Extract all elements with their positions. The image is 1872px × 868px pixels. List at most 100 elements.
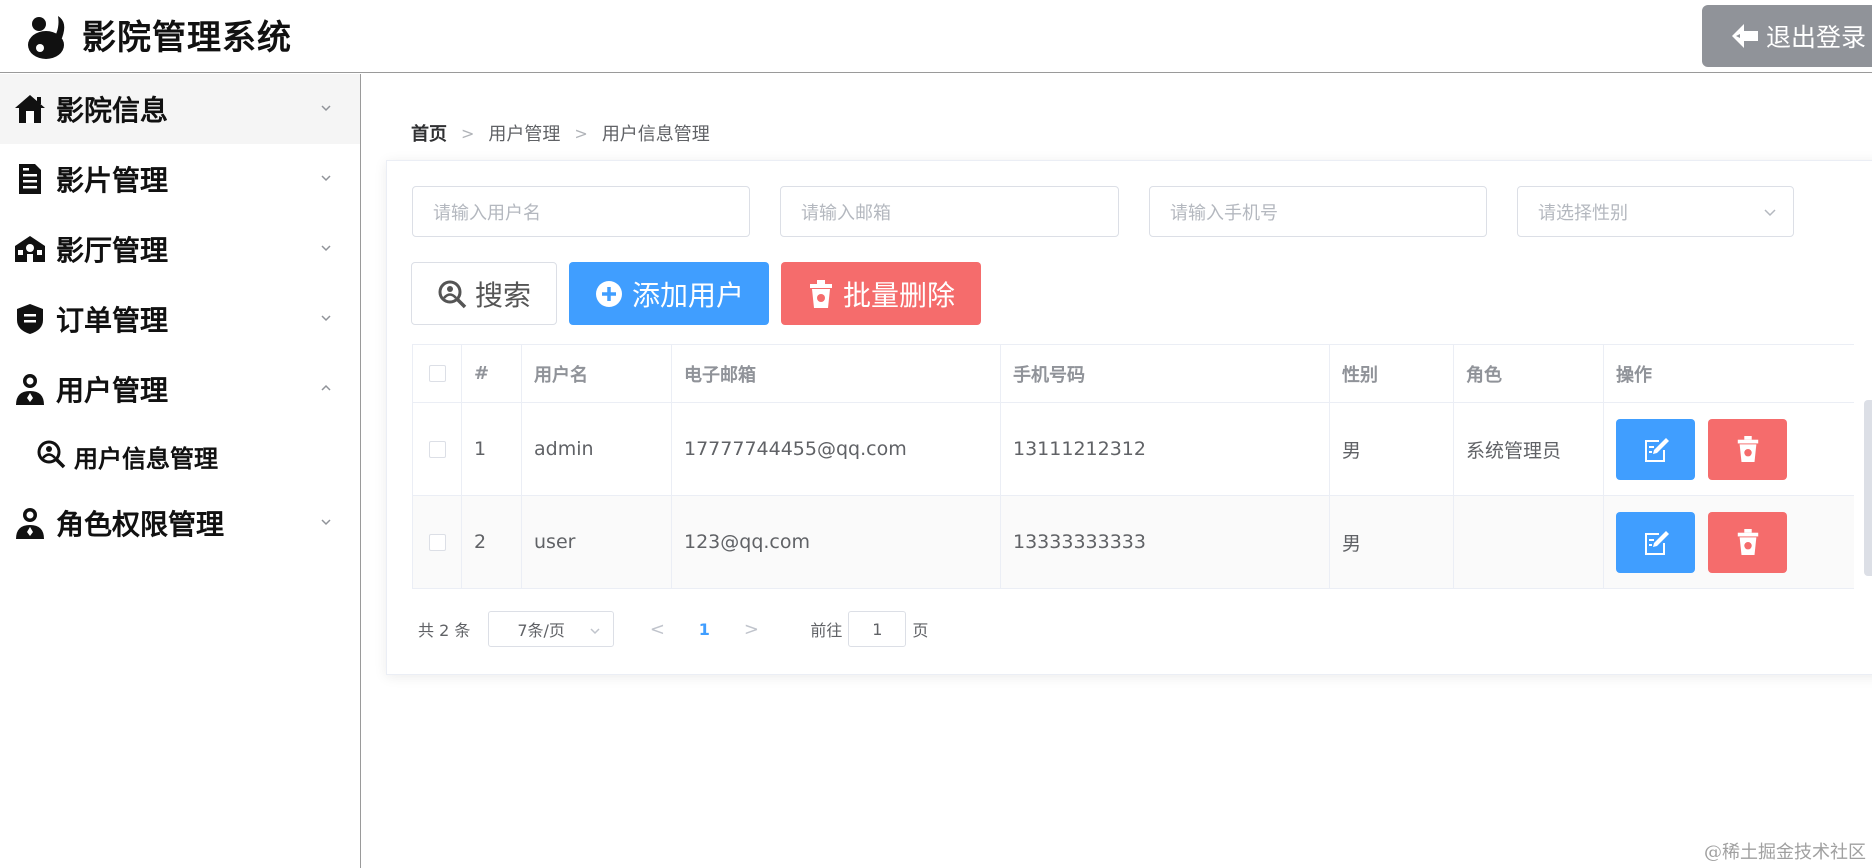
logout-button[interactable]: 退出登录 <box>1702 5 1872 67</box>
next-page-icon[interactable]: > <box>728 619 774 640</box>
chevron-right-icon: > <box>461 123 475 143</box>
sidebar-item-movies[interactable]: 影片管理 <box>0 144 360 214</box>
top-header: 影院管理系统 退出登录 <box>0 0 1872 73</box>
add-circle-icon <box>595 280 622 307</box>
cell-phone: 13111212312 <box>1001 403 1330 495</box>
chevron-down-icon <box>321 315 331 322</box>
goto-page-input[interactable]: 1 <box>848 611 907 647</box>
breadcrumb-level1: 用户管理 <box>488 124 561 145</box>
cell-actions <box>1604 496 1854 588</box>
cell-role: 系统管理员 <box>1454 403 1604 495</box>
sidebar-item-roles[interactable]: 角色权限管理 <box>0 488 360 558</box>
column-header: 电子邮箱 <box>672 345 1001 402</box>
cell-role <box>1454 496 1604 588</box>
pagination-total: 共 2 条 <box>418 621 471 640</box>
cell-username: admin <box>522 403 672 495</box>
prev-page-icon[interactable]: < <box>634 619 680 640</box>
phone-placeholder: 请输入手机号 <box>1170 202 1278 224</box>
column-header: 操作 <box>1616 364 1652 386</box>
user-icon <box>12 505 48 541</box>
select-all-checkbox[interactable] <box>428 365 446 382</box>
chevron-down-icon <box>321 105 331 112</box>
search-user-icon <box>438 280 467 308</box>
edit-button[interactable] <box>1616 511 1695 573</box>
batch-delete-button-label: 批量删除 <box>842 278 955 312</box>
page-suffix: 页 <box>912 621 929 640</box>
column-header: 手机号码 <box>1001 345 1330 402</box>
edit-button[interactable] <box>1616 418 1695 480</box>
email-input[interactable]: 请输入邮箱 <box>780 186 1119 237</box>
trash-icon <box>1737 529 1758 555</box>
current-page[interactable]: 1 <box>684 620 724 639</box>
breadcrumb: 首页 > 用户管理 > 用户信息管理 <box>411 120 710 146</box>
chevron-down-icon <box>321 245 331 252</box>
home-icon <box>12 91 48 127</box>
row-checkbox[interactable] <box>428 440 446 458</box>
shield-icon <box>12 301 48 337</box>
sidebar-item-users[interactable]: 用户管理 <box>0 354 360 424</box>
table-row: 1 admin 17777744455@qq.com 13111212312 男… <box>412 403 1854 496</box>
logo-icon <box>28 16 65 59</box>
cell-gender: 男 <box>1330 403 1454 495</box>
phone-input[interactable]: 请输入手机号 <box>1149 186 1487 237</box>
chevron-down-icon <box>321 175 331 182</box>
gender-select[interactable]: 请选择性别 <box>1517 186 1794 237</box>
cell-email: 123@qq.com <box>672 496 1001 588</box>
chevron-down-icon <box>321 519 331 526</box>
sidebar-item-halls[interactable]: 影厅管理 <box>0 214 360 284</box>
pagination: 共 2 条 7条/页 < 1 > 前往 1 页 <box>418 611 928 647</box>
sidebar-subitem-user-info[interactable]: 用户信息管理 <box>0 424 360 488</box>
cell-index: 2 <box>462 496 522 588</box>
trash-icon <box>1737 436 1758 462</box>
trash-icon <box>809 279 832 308</box>
column-header: 用户名 <box>522 345 672 402</box>
chevron-up-icon <box>321 384 331 391</box>
sidebar-subitem-label: 用户信息管理 <box>74 444 218 473</box>
delete-button[interactable] <box>1708 418 1787 480</box>
chevron-down-icon <box>1764 209 1776 217</box>
header-select-all <box>412 345 462 402</box>
gender-placeholder: 请选择性别 <box>1538 202 1628 224</box>
search-button-label: 搜索 <box>474 278 531 312</box>
sidebar-item-orders[interactable]: 订单管理 <box>0 284 360 354</box>
page-size-value: 7条/页 <box>517 621 565 640</box>
row-checkbox[interactable] <box>428 533 446 551</box>
table-header-row: # 用户名 电子邮箱 手机号码 性别 角色 操作 <box>412 345 1854 403</box>
search-button[interactable]: 搜索 <box>411 262 557 325</box>
building-icon <box>12 231 48 267</box>
sidebar: 影院信息 影片管理 影厅管理 订单管理 用户管理 用户信息管理 角色权限管理 <box>0 74 361 868</box>
breadcrumb-home[interactable]: 首页 <box>411 120 447 146</box>
table-row: 2 user 123@qq.com 13333333333 男 <box>412 496 1854 589</box>
row-select <box>412 496 462 588</box>
table-scrollbar[interactable] <box>1864 400 1872 576</box>
batch-delete-button[interactable]: 批量删除 <box>781 262 981 325</box>
column-header: 角色 <box>1454 345 1604 402</box>
app-title: 影院管理系统 <box>82 18 292 58</box>
sidebar-item-label: 订单管理 <box>56 304 169 337</box>
cell-index: 1 <box>462 403 522 495</box>
back-arrow-icon <box>1732 24 1758 48</box>
username-input[interactable]: 请输入用户名 <box>412 186 750 237</box>
username-placeholder: 请输入用户名 <box>433 202 541 224</box>
edit-icon <box>1644 438 1669 462</box>
email-placeholder: 请输入邮箱 <box>801 202 891 224</box>
delete-button[interactable] <box>1708 511 1787 573</box>
sidebar-item-label: 影厅管理 <box>56 234 169 267</box>
chevron-right-icon: > <box>574 123 588 143</box>
cell-username: user <box>522 496 672 588</box>
add-user-button[interactable]: 添加用户 <box>569 262 769 325</box>
logout-label: 退出登录 <box>1766 23 1867 52</box>
cell-email: 17777744455@qq.com <box>672 403 1001 495</box>
sidebar-item-label: 用户管理 <box>56 374 169 407</box>
goto-label: 前往 <box>810 621 843 640</box>
sidebar-item-label: 角色权限管理 <box>56 508 225 541</box>
goto-page-value: 1 <box>872 619 883 639</box>
user-icon <box>12 371 48 407</box>
cell-actions <box>1604 403 1854 495</box>
row-select <box>412 403 462 495</box>
column-header: 性别 <box>1330 345 1454 402</box>
page-size-select[interactable]: 7条/页 <box>488 611 615 647</box>
chevron-down-icon <box>590 628 600 635</box>
add-user-button-label: 添加用户 <box>631 278 744 312</box>
sidebar-item-cinema-info[interactable]: 影院信息 <box>0 74 360 144</box>
